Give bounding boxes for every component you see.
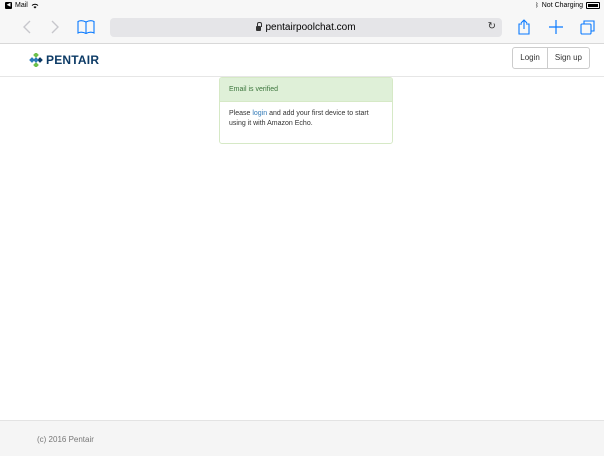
back-app-label[interactable]: Mail — [15, 2, 28, 9]
plus-icon — [549, 20, 563, 34]
bookmarks-button[interactable] — [75, 16, 97, 38]
verification-alert: Email is verified Please login and add y… — [219, 77, 393, 144]
address-bar[interactable]: pentairpoolchat.com ↻ — [110, 18, 502, 37]
battery-icon — [586, 2, 600, 9]
charging-status: Not Charging — [541, 2, 583, 9]
site-header: PENTAIR Login Sign up — [0, 44, 604, 77]
login-button[interactable]: Login — [512, 47, 548, 69]
copyright-text: (c) 2016 Pentair — [37, 435, 94, 444]
share-icon — [518, 19, 530, 35]
reload-icon[interactable]: ↻ — [488, 21, 496, 32]
brand-name: PENTAIR — [46, 53, 100, 67]
back-button[interactable] — [16, 16, 38, 38]
new-tab-button[interactable] — [545, 16, 567, 38]
chevron-right-icon — [51, 20, 59, 34]
share-button[interactable] — [513, 16, 535, 38]
bluetooth-icon: ᛒ — [535, 2, 539, 9]
browser-toolbar: pentairpoolchat.com ↻ — [0, 12, 604, 44]
alert-message: Please login and add your first device t… — [220, 102, 392, 136]
signup-button[interactable]: Sign up — [547, 47, 590, 69]
back-to-app-icon[interactable]: ◀ — [5, 2, 12, 9]
pentair-logo-icon — [29, 53, 43, 67]
lock-icon — [256, 22, 262, 31]
alert-text-before: Please — [229, 110, 253, 117]
login-link[interactable]: login — [252, 110, 267, 117]
auth-buttons: Login Sign up — [512, 47, 590, 69]
url-text: pentairpoolchat.com — [265, 22, 356, 33]
alert-title: Email is verified — [220, 78, 392, 102]
pentair-logo[interactable]: PENTAIR — [29, 53, 99, 67]
tabs-icon — [579, 19, 595, 35]
wifi-icon — [31, 3, 39, 8]
bookmarks-icon — [77, 20, 95, 34]
tabs-button[interactable] — [576, 16, 598, 38]
status-bar: ◀ Mail ᛒ Not Charging — [0, 0, 604, 12]
chevron-left-icon — [23, 20, 31, 34]
forward-button[interactable] — [44, 16, 66, 38]
page-footer: (c) 2016 Pentair — [0, 420, 604, 456]
status-left: ◀ Mail — [5, 2, 39, 9]
status-right: ᛒ Not Charging — [535, 2, 600, 9]
